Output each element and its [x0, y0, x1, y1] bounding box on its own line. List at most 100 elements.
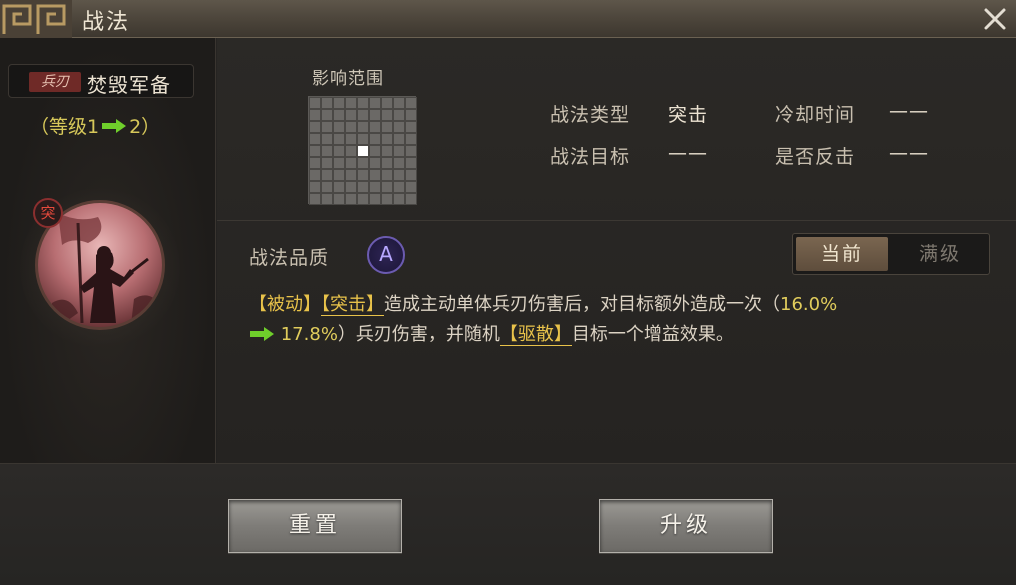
- range-cell: [381, 169, 393, 181]
- range-cell: [345, 193, 357, 205]
- range-cell: [309, 181, 321, 193]
- range-cell: [309, 133, 321, 145]
- cooldown-label: 冷却时间: [775, 104, 856, 126]
- range-cell: [333, 145, 345, 157]
- range-cell: [393, 169, 405, 181]
- range-cell: [357, 157, 369, 169]
- range-cell: [357, 133, 369, 145]
- range-grid: [308, 96, 417, 205]
- range-cell: [333, 97, 345, 109]
- skill-summary-column: 兵刃 焚毁军备 （等级1 2） 突: [0, 38, 216, 463]
- range-cell: [321, 121, 333, 133]
- description-text-3: 目标一个增益效果。: [571, 324, 734, 345]
- skill-name: 焚毁军备: [87, 73, 171, 97]
- level-view-toggle: 当前 满级: [792, 233, 990, 275]
- range-cell: [381, 181, 393, 193]
- range-cell: [357, 193, 369, 205]
- skill-detail-panel: 兵刃 焚毁军备 （等级1 2） 突 影响范围 战法类型 突击 冷却时间 —— 战…: [0, 38, 1016, 463]
- range-cell: [369, 169, 381, 181]
- range-cell: [357, 169, 369, 181]
- level-from: （等级1: [30, 116, 100, 138]
- range-cell: [321, 133, 333, 145]
- range-cell: [405, 133, 417, 145]
- tab-max-level[interactable]: 满级: [894, 237, 986, 271]
- range-cell: [345, 109, 357, 121]
- counter-value: ——: [889, 142, 929, 164]
- range-cell: [393, 157, 405, 169]
- title-bar: 战法: [0, 0, 1016, 38]
- skill-level: （等级1 2）: [30, 112, 160, 139]
- range-cell: [369, 121, 381, 133]
- skill-description: 【被动】【突击】造成主动单体兵刃伤害后，对目标额外造成一次（16.0% 17.8…: [249, 290, 989, 350]
- range-cell: [309, 157, 321, 169]
- range-cell: [393, 193, 405, 205]
- range-cell: [393, 133, 405, 145]
- range-cell: [321, 97, 333, 109]
- range-cell: [345, 181, 357, 193]
- tab-current[interactable]: 当前: [796, 237, 888, 271]
- range-cell: [345, 145, 357, 157]
- range-cell: [405, 121, 417, 133]
- range-cell: [381, 193, 393, 205]
- range-cell: [405, 181, 417, 193]
- window-title: 战法: [82, 10, 131, 35]
- range-cell: [321, 193, 333, 205]
- range-cell: [393, 181, 405, 193]
- range-cell: [381, 97, 393, 109]
- range-cell: [357, 121, 369, 133]
- pct-to: 17.8%: [280, 324, 338, 345]
- range-cell: [321, 169, 333, 181]
- range-cell: [321, 145, 333, 157]
- range-cell: [405, 193, 417, 205]
- range-cell: [369, 97, 381, 109]
- arrow-right-icon: [102, 118, 127, 133]
- range-cell: [369, 145, 381, 157]
- range-cell: [369, 181, 381, 193]
- range-cell: [309, 169, 321, 181]
- range-cell-active: [357, 145, 369, 157]
- range-cell: [393, 145, 405, 157]
- range-cell: [333, 181, 345, 193]
- range-cell: [381, 133, 393, 145]
- skill-type-tag: 兵刃: [29, 72, 81, 92]
- skill-info-column: 影响范围 战法类型 突击 冷却时间 —— 战法目标 —— 是否反击 —— 战法品…: [217, 38, 1016, 463]
- range-cell: [309, 193, 321, 205]
- counter-label: 是否反击: [775, 146, 856, 168]
- range-cell: [333, 121, 345, 133]
- range-cell: [357, 97, 369, 109]
- range-cell: [405, 157, 417, 169]
- range-cell: [309, 109, 321, 121]
- skill-target-label: 战法目标: [550, 146, 631, 168]
- range-cell: [405, 109, 417, 121]
- reset-button[interactable]: 重置: [228, 499, 402, 553]
- range-cell: [393, 97, 405, 109]
- range-cell: [333, 109, 345, 121]
- tag-assault: 【突击】: [321, 294, 384, 316]
- range-cell: [357, 181, 369, 193]
- range-cell: [369, 157, 381, 169]
- range-cell: [369, 133, 381, 145]
- portrait-badge: 突: [33, 198, 63, 228]
- skill-name-box: 兵刃 焚毁军备: [8, 64, 194, 98]
- description-text-1: 造成主动单体兵刃伤害后，对目标额外造成一次（: [384, 294, 780, 315]
- range-cell: [381, 121, 393, 133]
- range-cell: [381, 109, 393, 121]
- range-cell: [393, 121, 405, 133]
- divider: [217, 220, 1016, 221]
- skill-type-value: 突击: [668, 104, 709, 126]
- range-cell: [369, 193, 381, 205]
- tag-passive: 【被动】: [249, 294, 321, 315]
- range-cell: [345, 133, 357, 145]
- action-bar: 重置 升级: [0, 463, 1016, 585]
- range-cell: [369, 109, 381, 121]
- upgrade-button[interactable]: 升级: [599, 499, 773, 553]
- cooldown-value: ——: [889, 100, 929, 122]
- range-cell: [405, 169, 417, 181]
- range-cell: [345, 169, 357, 181]
- range-cell: [393, 109, 405, 121]
- skill-target-value: ——: [668, 142, 708, 164]
- range-cell: [405, 97, 417, 109]
- range-cell: [321, 181, 333, 193]
- range-cell: [357, 109, 369, 121]
- close-icon[interactable]: [980, 4, 1010, 34]
